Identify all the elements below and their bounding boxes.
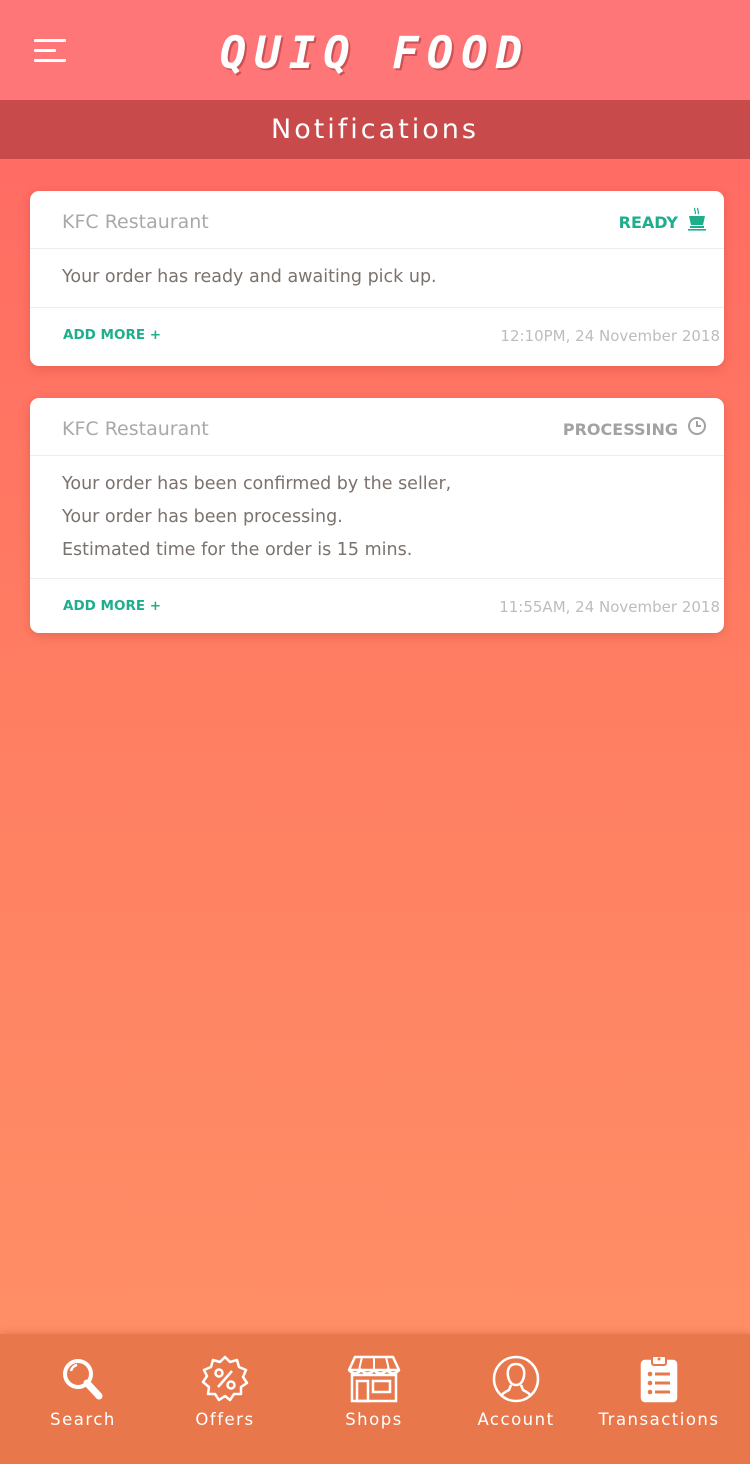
nav-shops[interactable]: Shops bbox=[299, 1334, 449, 1464]
account-icon bbox=[492, 1355, 540, 1403]
nav-account[interactable]: Account bbox=[441, 1334, 591, 1464]
add-more-button[interactable]: ADD MORE + bbox=[63, 598, 161, 614]
notification-card: KFC Restaurant READY Your order has read… bbox=[30, 191, 724, 366]
card-footer: ADD MORE + 11:55AM, 24 November 2018 bbox=[30, 579, 724, 632]
status-badge: PROCESSING bbox=[562, 420, 678, 439]
app-header: QUIQ FOOD bbox=[0, 0, 750, 100]
nav-label: Transactions bbox=[598, 1410, 720, 1429]
message-line: Estimated time for the order is 15 mins. bbox=[62, 540, 413, 560]
search-icon bbox=[63, 1359, 103, 1400]
app-logo: QUIQ FOOD bbox=[219, 28, 531, 79]
card-header: KFC Restaurant PROCESSING bbox=[30, 398, 724, 456]
message-line: Your order has ready and awaiting pick u… bbox=[62, 267, 437, 287]
card-message: Your order has ready and awaiting pick u… bbox=[30, 249, 724, 308]
card-message: Your order has been confirmed by the sel… bbox=[30, 456, 724, 579]
message-line: Your order has been processing. bbox=[62, 507, 343, 527]
add-more-button[interactable]: ADD MORE + bbox=[63, 327, 161, 343]
card-header: KFC Restaurant READY bbox=[30, 191, 724, 249]
restaurant-name: KFC Restaurant bbox=[62, 211, 209, 233]
shop-icon bbox=[347, 1355, 401, 1403]
nav-label: Account bbox=[477, 1410, 555, 1429]
clipboard-list-icon bbox=[640, 1355, 678, 1403]
nav-transactions[interactable]: Transactions bbox=[584, 1334, 734, 1464]
bottom-navigation: Search Offers Shops Account Transactions bbox=[0, 1334, 750, 1464]
page-title: Notifications bbox=[0, 100, 750, 159]
nav-offers[interactable]: Offers bbox=[150, 1334, 300, 1464]
message-line: Your order has been confirmed by the sel… bbox=[62, 474, 452, 494]
timestamp: 11:55AM, 24 November 2018 bbox=[499, 598, 720, 616]
notification-card: KFC Restaurant PROCESSING Your order has… bbox=[30, 398, 724, 633]
nav-label: Shops bbox=[345, 1410, 403, 1429]
restaurant-name: KFC Restaurant bbox=[62, 418, 209, 440]
status-badge: READY bbox=[618, 213, 678, 232]
coffee-cup-icon bbox=[688, 207, 706, 231]
nav-label: Offers bbox=[195, 1410, 255, 1429]
timestamp: 12:10PM, 24 November 2018 bbox=[500, 327, 720, 345]
offers-percent-icon bbox=[201, 1355, 249, 1402]
card-footer: ADD MORE + 12:10PM, 24 November 2018 bbox=[30, 308, 724, 364]
nav-label: Search bbox=[50, 1410, 116, 1429]
nav-search[interactable]: Search bbox=[8, 1334, 158, 1464]
clock-icon bbox=[688, 417, 706, 435]
